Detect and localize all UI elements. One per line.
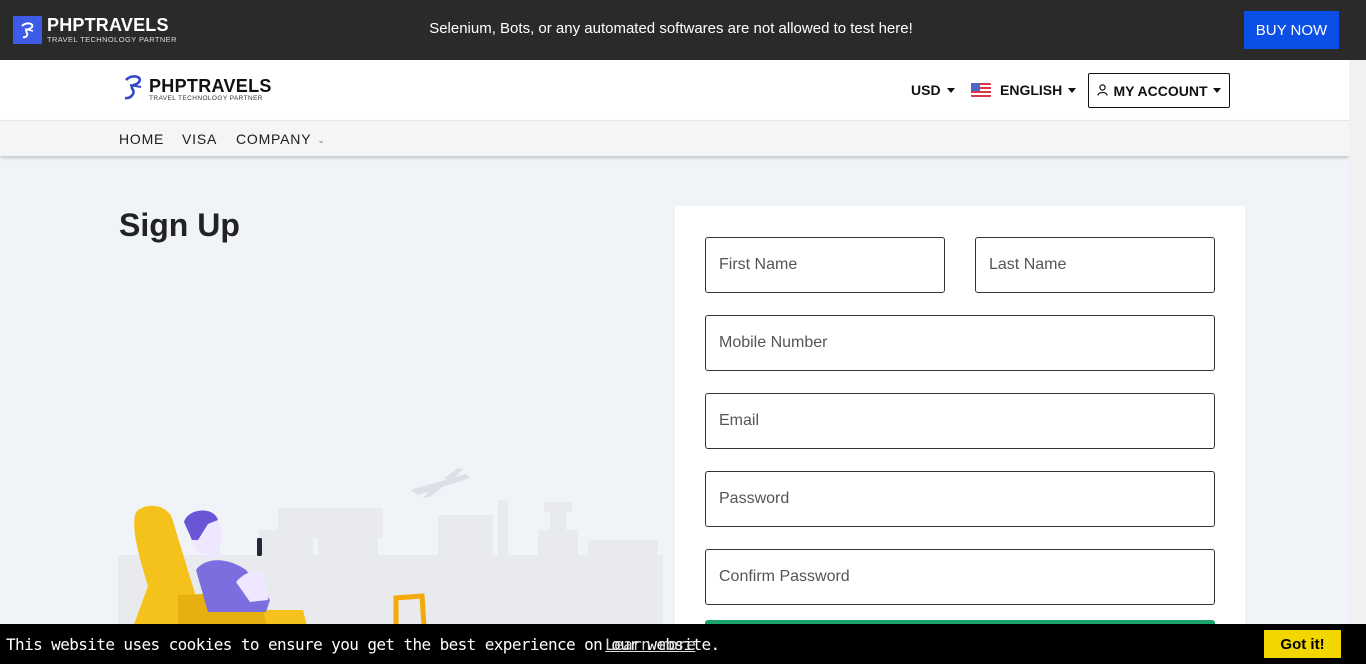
language-label: ENGLISH: [1000, 82, 1063, 98]
main-nav: HOME VISA COMPANY ⌄: [0, 120, 1349, 156]
top-promo-bar: PHPTRAVELS TRAVEL TECHNOLOGY PARTNER Sel…: [0, 0, 1366, 60]
user-icon: [1097, 83, 1109, 99]
confirm-password-field[interactable]: [705, 549, 1215, 605]
nav-visa[interactable]: VISA: [182, 131, 217, 147]
top-brand-tagline: TRAVEL TECHNOLOGY PARTNER: [47, 35, 177, 45]
language-dropdown[interactable]: ENGLISH: [971, 82, 1077, 98]
us-flag-icon: [971, 83, 991, 97]
nav-company[interactable]: COMPANY ⌄: [236, 131, 326, 147]
nav-home[interactable]: HOME: [119, 131, 164, 147]
cookie-learn-more-link[interactable]: Learn more: [605, 635, 696, 654]
currency-label: USD: [911, 82, 941, 98]
traveler-illustration: [118, 460, 663, 630]
cookie-accept-button[interactable]: Got it!: [1264, 630, 1341, 658]
buy-now-button[interactable]: BUY NOW: [1244, 11, 1339, 49]
my-account-button[interactable]: MY ACCOUNT: [1088, 73, 1230, 108]
last-name-field[interactable]: [975, 237, 1215, 293]
logo-mark-icon: [122, 73, 146, 106]
first-name-field[interactable]: [705, 237, 945, 293]
caret-down-icon: [1212, 88, 1221, 93]
header-logo[interactable]: PHPTRAVELS TRAVEL TECHNOLOGY PARTNER: [122, 73, 272, 106]
currency-dropdown[interactable]: USD: [911, 82, 955, 98]
caret-down-icon: [946, 87, 955, 93]
password-field[interactable]: [705, 471, 1215, 527]
email-field[interactable]: [705, 393, 1215, 449]
chevron-down-icon: ⌄: [317, 135, 326, 145]
site-header: PHPTRAVELS TRAVEL TECHNOLOGY PARTNER USD…: [0, 60, 1349, 120]
nav-company-label: COMPANY: [236, 131, 312, 147]
caret-down-icon: [1068, 87, 1077, 93]
page-scrollbar[interactable]: [1349, 60, 1366, 624]
my-account-label: MY ACCOUNT: [1113, 82, 1208, 99]
header-brand-name: PHPTRAVELS: [149, 75, 272, 96]
header-brand-tagline: TRAVEL TECHNOLOGY PARTNER: [149, 94, 263, 102]
automation-notice: Selenium, Bots, or any automated softwar…: [429, 20, 913, 37]
cookie-banner: This website uses cookies to ensure you …: [0, 624, 1366, 664]
page-title: Sign Up: [119, 207, 240, 243]
mobile-number-field[interactable]: [705, 315, 1215, 371]
